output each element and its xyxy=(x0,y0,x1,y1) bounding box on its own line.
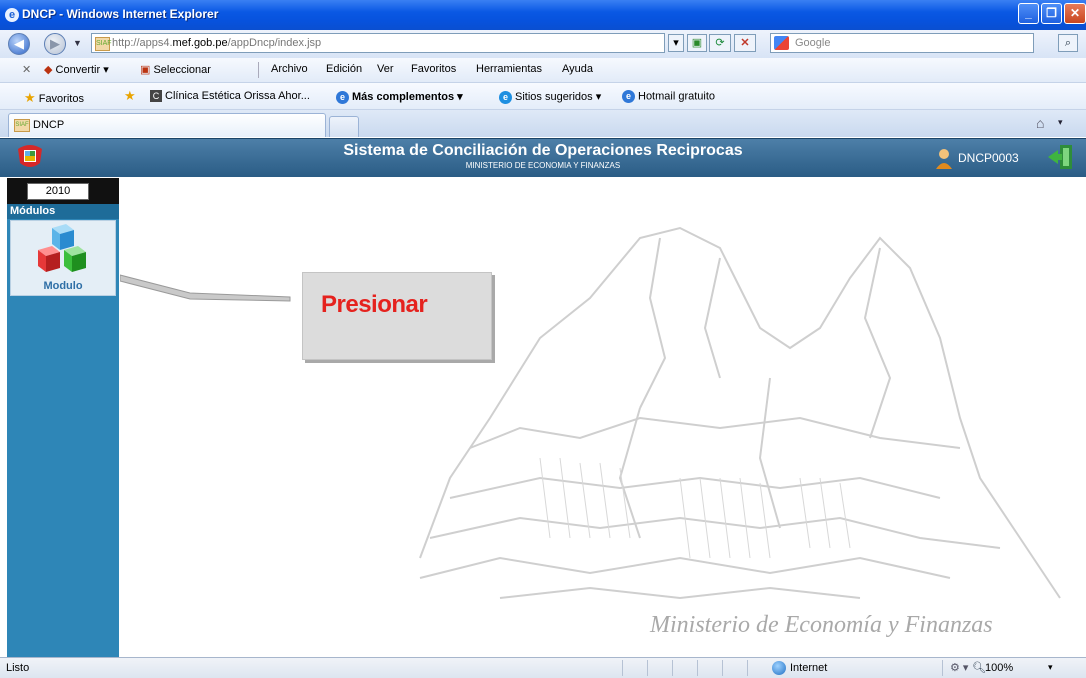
tab-dncp[interactable]: SIAF DNCP xyxy=(8,113,326,137)
internet-globe-icon xyxy=(772,661,786,675)
back-button[interactable]: ◀ xyxy=(8,33,30,55)
status-divider xyxy=(722,660,723,676)
window-titlebar: e DNCP - Windows Internet Explorer _ ❐ ✕ xyxy=(0,0,1086,30)
search-button-icon[interactable]: ⌕ xyxy=(1058,34,1078,52)
tab-bar: SIAF DNCP ⌂ ▾ xyxy=(0,110,1086,137)
user-icon xyxy=(934,147,954,169)
menu-archivo[interactable]: Archivo xyxy=(271,63,308,75)
menu-toolbar: ✕ ◆ Convertir ▾ ▣ Seleccionar Archivo Ed… xyxy=(0,58,1086,83)
url-text: http://apps4.mef.gob.pe/appDncp/index.js… xyxy=(112,37,322,49)
status-text: Listo xyxy=(6,662,30,674)
home-dropdown-icon[interactable]: ▾ xyxy=(1058,117,1063,128)
ie-logo-icon: e xyxy=(5,8,19,22)
menu-herramientas[interactable]: Herramientas xyxy=(476,63,542,75)
zoom-icon[interactable]: 🔍︎ xyxy=(972,661,986,674)
status-divider xyxy=(697,660,698,676)
zoom-dropdown-icon[interactable]: ▾ xyxy=(1048,662,1053,673)
status-divider xyxy=(672,660,673,676)
toolbar-divider xyxy=(258,62,259,78)
menu-ayuda[interactable]: Ayuda xyxy=(562,63,593,75)
pdf-convert-icon: ◆ xyxy=(44,64,53,76)
status-divider xyxy=(747,660,748,676)
status-divider xyxy=(622,660,623,676)
callout-pointer xyxy=(120,274,291,302)
search-placeholder: Google xyxy=(795,37,831,49)
window-title: DNCP - Windows Internet Explorer xyxy=(22,7,219,21)
select-pdf-icon: ▣ xyxy=(140,64,151,76)
status-divider xyxy=(942,660,943,676)
menu-ver[interactable]: Ver xyxy=(377,63,394,75)
site-favicon-icon: SIAF xyxy=(95,37,112,51)
favorite-link-clinica[interactable]: C Clínica Estética Orissa Ahor... xyxy=(150,90,310,103)
close-window-button[interactable]: ✕ xyxy=(1064,3,1086,24)
favorites-button[interactable]: ★ Favoritos xyxy=(24,90,84,106)
ie-page-icon: e xyxy=(336,90,349,104)
machu-picchu-watermark-drawing xyxy=(419,226,1061,600)
forward-button[interactable]: ▶ xyxy=(44,33,66,55)
protected-mode-icon[interactable]: ⚙ ▾ xyxy=(950,661,968,674)
security-zone-label: Internet xyxy=(790,662,828,674)
main-content xyxy=(120,178,1086,657)
callout-text: Presionar xyxy=(321,291,428,318)
app-header: Sistema de Conciliación de Operaciones R… xyxy=(0,138,1086,177)
maximize-button[interactable]: ❐ xyxy=(1041,3,1062,24)
site-favicon-icon: SIAF xyxy=(14,119,30,132)
google-logo-icon xyxy=(774,36,789,50)
address-toolbar: ◀ ▶ ▼ SIAF http://apps4.mef.gob.pe/appDn… xyxy=(0,30,1086,59)
module-cubes-icon xyxy=(34,224,90,276)
address-dropdown-icon[interactable]: ▾ xyxy=(668,34,684,52)
username-label: DNCP0003 xyxy=(958,151,1019,165)
favorite-hotmail[interactable]: e Hotmail gratuito xyxy=(622,90,715,103)
stop-icon[interactable]: ✕ xyxy=(734,34,756,52)
favorites-bar: ★ Favoritos ★ C Clínica Estética Orissa A… xyxy=(0,83,1086,110)
status-divider xyxy=(647,660,648,676)
menu-favoritos[interactable]: Favoritos xyxy=(411,63,456,75)
modules-header: Módulos xyxy=(7,204,119,219)
ie-page-icon: e xyxy=(622,90,635,103)
favorite-mas-complementos[interactable]: e Más complementos ▾ xyxy=(336,90,463,104)
app-subtitle: MINISTERIO DE ECONOMIA Y FINANZAS xyxy=(465,161,621,170)
close-toolbar-icon[interactable]: ✕ xyxy=(22,63,31,76)
search-input[interactable]: Google xyxy=(770,33,1034,53)
ie-page-icon: e xyxy=(499,90,512,104)
status-bar: Listo Internet ⚙ ▾ 🔍︎ 100% ▾ xyxy=(0,657,1086,678)
select-menu[interactable]: ▣ Seleccionar xyxy=(140,63,211,76)
new-tab-button[interactable] xyxy=(329,116,359,137)
star-icon: ★ xyxy=(24,90,36,105)
convert-menu[interactable]: ◆ Convertir ▾ xyxy=(44,63,109,76)
module-label: Modulo xyxy=(43,280,83,292)
recent-pages-dropdown-icon[interactable]: ▼ xyxy=(73,38,82,48)
refresh-icon[interactable]: ⟳ xyxy=(709,34,731,52)
favicon-icon: C xyxy=(150,90,162,103)
compatibility-view-icon[interactable]: ▣ xyxy=(687,34,707,52)
module-button[interactable]: Modulo xyxy=(10,220,116,296)
callout-box: Presionar xyxy=(302,272,492,360)
menu-edicion[interactable]: Edición xyxy=(326,63,362,75)
logout-icon[interactable] xyxy=(1046,143,1076,171)
url-input[interactable]: SIAF http://apps4.mef.gob.pe/appDncp/ind… xyxy=(91,33,665,53)
zoom-level[interactable]: 100% xyxy=(985,662,1013,674)
ministry-watermark-text: Ministerio de Economía y Finanzas xyxy=(650,612,993,638)
tab-label: DNCP xyxy=(33,119,65,131)
home-icon[interactable]: ⌂ xyxy=(1036,115,1044,131)
add-favorite-icon[interactable]: ★ xyxy=(124,88,136,104)
minimize-button[interactable]: _ xyxy=(1018,3,1039,24)
year-selector[interactable]: 2010 xyxy=(27,183,89,200)
favorite-sitios-sugeridos[interactable]: e Sitios sugeridos ▾ xyxy=(499,90,601,104)
modules-sidebar: 2010 Módulos Modulo xyxy=(7,178,119,657)
app-title: Sistema de Conciliación de Operaciones R… xyxy=(343,142,743,159)
